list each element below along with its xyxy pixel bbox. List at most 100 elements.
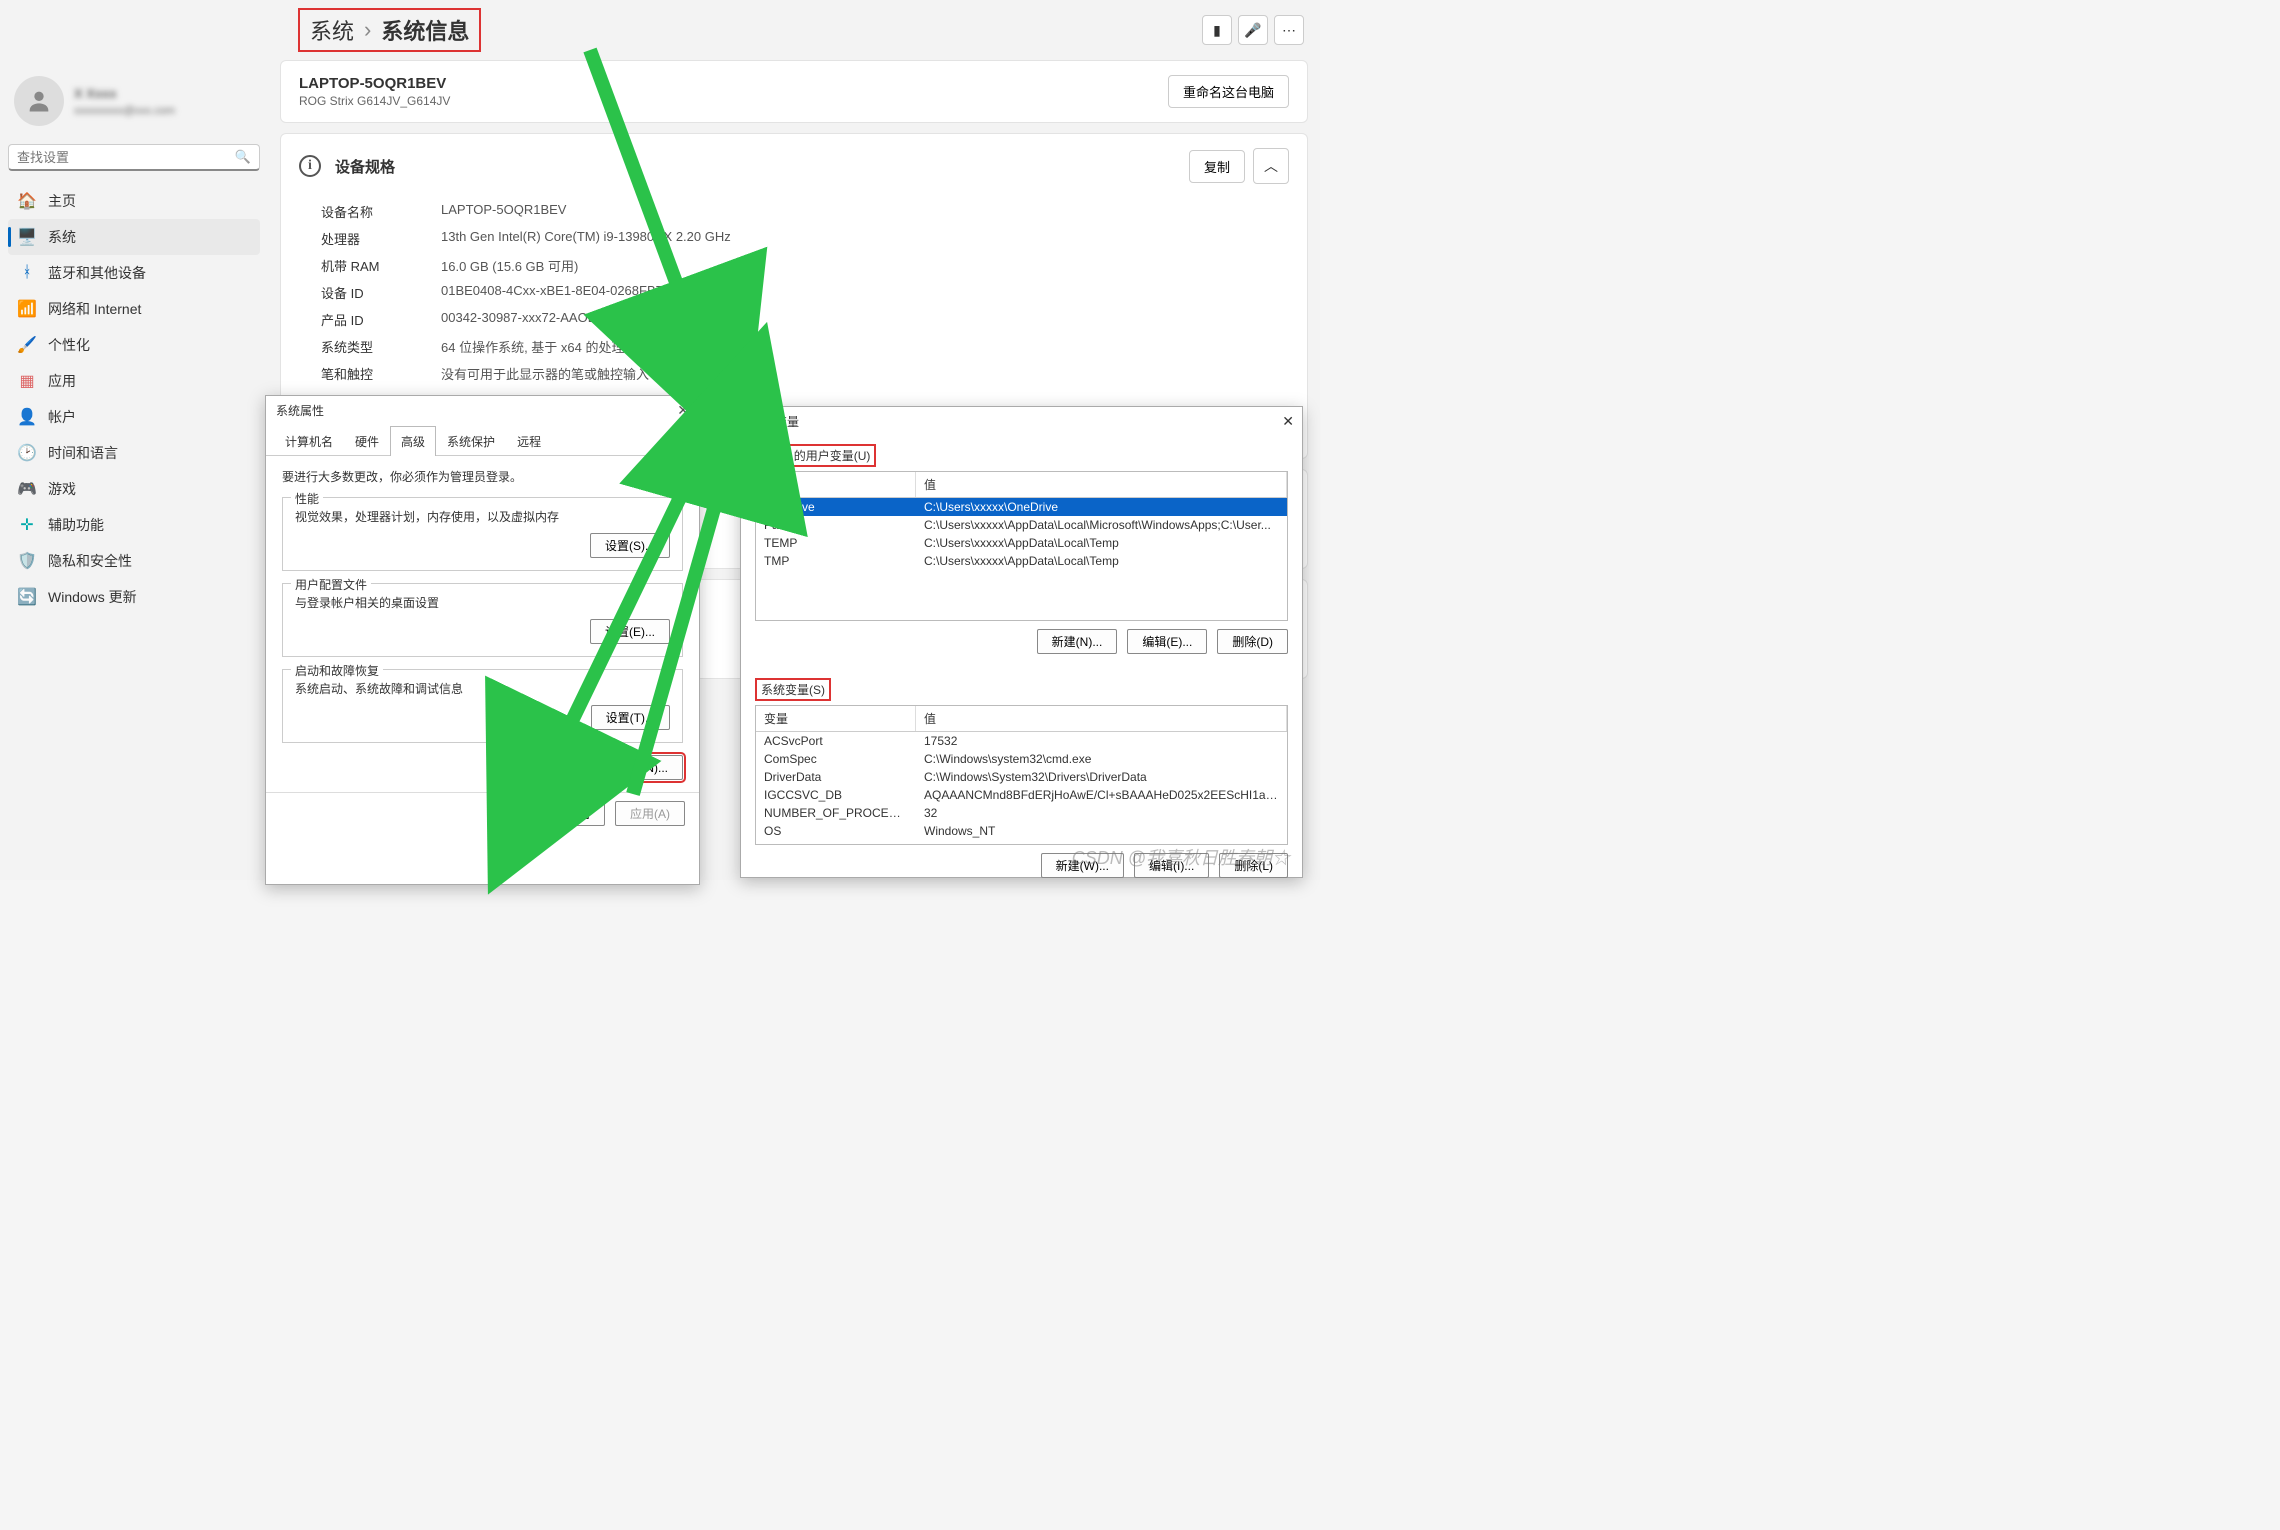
sidebar-item-bluetooth[interactable]: ᚼ蓝牙和其他设备	[8, 255, 260, 291]
spec-val: 00342-30987-xxx72-AAOEM	[441, 310, 607, 329]
sidebar-item-label: 隐私和安全性	[48, 551, 132, 571]
chevron-up-icon[interactable]: ︿	[1253, 148, 1289, 184]
spec-key: 设备 ID	[321, 283, 441, 302]
tab-1[interactable]: 硬件	[344, 426, 390, 456]
specs-title: 设备规格	[335, 156, 395, 177]
spec-key: 产品 ID	[321, 310, 441, 329]
accessibility-icon: ✛	[18, 515, 36, 535]
col-var[interactable]: 变量	[756, 472, 916, 497]
tab-4[interactable]: 远程	[506, 426, 552, 456]
env-row[interactable]: TEMPC:\Users\xxxxx\AppData\Local\Temp	[756, 534, 1287, 552]
system-properties-dialog: 系统属性 ✕ 计算机名硬件高级系统保护远程 要进行大多数更改，你必须作为管理员登…	[265, 395, 700, 885]
env-vars-button[interactable]: 环境变量(N)...	[578, 755, 683, 780]
sidebar-item-label: 个性化	[48, 335, 90, 355]
env-row[interactable]: NUMBER_OF_PROCESSORS32	[756, 804, 1287, 822]
env-row[interactable]: ACSvcPort17532	[756, 732, 1287, 750]
spec-row: 系统类型64 位操作系统, 基于 x64 的处理器	[321, 333, 1267, 360]
sidebar-item-accessibility[interactable]: ✛ 辅助功能	[8, 507, 260, 543]
sidebar-item-update[interactable]: 🔄Windows 更新	[8, 579, 260, 615]
env-row[interactable]: ComSpecC:\Windows\system32\cmd.exe	[756, 750, 1287, 768]
col-var[interactable]: 变量	[756, 706, 916, 731]
env-row[interactable]: DriverDataC:\Windows\System32\Drivers\Dr…	[756, 768, 1287, 786]
env-row[interactable]: OSWindows_NT	[756, 822, 1287, 840]
search-input[interactable]	[17, 150, 235, 165]
env-row[interactable]: PathC:\Users\xxxxx\AppData\Local\Microso…	[756, 516, 1287, 534]
device-name: LAPTOP-5OQR1BEV	[299, 75, 450, 92]
sidebar-item-home[interactable]: 🏠主页	[8, 183, 260, 219]
sidebar-item-system[interactable]: 🖥️ 系统	[8, 219, 260, 255]
profile-settings-button[interactable]: 设置(E)...	[590, 619, 670, 644]
user-delete-button[interactable]: 删除(D)	[1217, 629, 1288, 654]
apply-button[interactable]: 应用(A)	[615, 801, 685, 826]
bc-system[interactable]: 系统	[310, 14, 354, 46]
user-email: xxxxxxxxx@xxx.com	[74, 105, 175, 117]
sidebar-item-network[interactable]: 📶网络和 Internet	[8, 291, 260, 327]
spec-key: 系统类型	[321, 337, 441, 356]
sidebar-item-label: 时间和语言	[48, 443, 118, 463]
spec-val: LAPTOP-5OQR1BEV	[441, 202, 566, 221]
user-new-button[interactable]: 新建(N)...	[1037, 629, 1118, 654]
close-icon[interactable]: ✕	[677, 402, 689, 419]
tab-2[interactable]: 高级	[390, 426, 436, 456]
sidebar-item-gaming[interactable]: 🎮 游戏	[8, 471, 260, 507]
perf-title: 性能	[291, 490, 323, 507]
avatar	[14, 76, 64, 126]
sys-vars-table[interactable]: 变量值 ACSvcPort17532ComSpecC:\Windows\syst…	[755, 705, 1288, 845]
sidebar-item-personal[interactable]: 🖌️个性化	[8, 327, 260, 363]
col-val[interactable]: 值	[916, 706, 1287, 731]
spec-key: 机带 RAM	[321, 256, 441, 275]
perf-desc: 视觉效果，处理器计划，内存使用，以及虚拟内存	[295, 508, 670, 525]
tab-0[interactable]: 计算机名	[274, 426, 344, 456]
privacy-icon: 🛡️	[18, 551, 36, 571]
admin-note: 要进行大多数更改，你必须作为管理员登录。	[282, 468, 683, 485]
sidebar-item-time[interactable]: 🕑时间和语言	[8, 435, 260, 471]
sys-vars-label: 系统变量(S)	[755, 678, 831, 701]
more-icon[interactable]: ⋯	[1274, 15, 1304, 45]
search-input-wrap[interactable]: 🔍	[8, 144, 260, 171]
env-row[interactable]: TMPC:\Users\xxxxx\AppData\Local\Temp	[756, 552, 1287, 570]
col-val[interactable]: 值	[916, 472, 1287, 497]
watermark: CSDN @我喜秋日胜春朝☆	[1072, 844, 1290, 870]
spec-row: 笔和触控没有可用于此显示器的笔或触控输入	[321, 360, 1267, 387]
bluetooth-icon: ᚼ	[18, 264, 36, 282]
cancel-button[interactable]: 取消	[551, 801, 605, 826]
sidebar-item-label: 应用	[48, 371, 76, 391]
sidebar-item-label: 游戏	[48, 479, 76, 499]
env-row[interactable]: IGCCSVC_DBAQAAANCMnd8BFdERjHoAwE/Cl+sBAA…	[756, 786, 1287, 804]
profile-title: 用户配置文件	[291, 576, 371, 593]
sidebar-item-privacy[interactable]: 🛡️ 隐私和安全性	[8, 543, 260, 579]
rename-pc-button[interactable]: 重命名这台电脑	[1168, 75, 1289, 108]
close-icon[interactable]: ✕	[1282, 413, 1294, 430]
user-vars-label: XXX XXXXXX 的用户变量(U)	[755, 444, 876, 467]
user-block[interactable]: X Xxxx xxxxxxxxx@xxx.com	[8, 68, 260, 140]
ok-button[interactable]: 确定	[487, 801, 541, 826]
env-vars-dialog: 环境变量 ✕ XXX XXXXXX 的用户变量(U) 变量值 OneDriveC…	[740, 406, 1303, 878]
user-edit-button[interactable]: 编辑(E)...	[1127, 629, 1207, 654]
copy-button[interactable]: 复制	[1189, 150, 1245, 183]
voice-bar-icon[interactable]: ▮	[1202, 15, 1232, 45]
env-row[interactable]: OneDriveC:\Users\xxxxx\OneDrive	[756, 498, 1287, 516]
spec-row: 处理器13th Gen Intel(R) Core(TM) i9-13980HX…	[321, 225, 1267, 252]
env-title: 环境变量	[741, 407, 1302, 436]
spec-key: 设备名称	[321, 202, 441, 221]
user-vars-table[interactable]: 变量值 OneDriveC:\Users\xxxxx\OneDrivePathC…	[755, 471, 1288, 621]
spec-val: 64 位操作系统, 基于 x64 的处理器	[441, 337, 637, 356]
tab-3[interactable]: 系统保护	[436, 426, 506, 456]
sidebar-item-label: 主页	[48, 191, 76, 211]
perf-settings-button[interactable]: 设置(S)...	[590, 533, 670, 558]
sidebar-item-label: 系统	[48, 227, 76, 247]
gaming-icon: 🎮	[18, 479, 36, 499]
spec-key: 笔和触控	[321, 364, 441, 383]
startup-settings-button[interactable]: 设置(T)...	[591, 705, 670, 730]
sidebar-item-accounts[interactable]: 👤帐户	[8, 399, 260, 435]
spec-row: 产品 ID00342-30987-xxx72-AAOEM	[321, 306, 1267, 333]
sidebar-item-label: Windows 更新	[48, 587, 137, 607]
spec-val: 01BE0408-4Cxx-xBE1-8E04-0268FB73B834	[441, 283, 700, 302]
spec-row: 设备名称LAPTOP-5OQR1BEV	[321, 198, 1267, 225]
system-icon: 🖥️	[18, 227, 36, 247]
device-model: ROG Strix G614JV_G614JV	[299, 94, 450, 108]
sidebar-item-apps[interactable]: ▦应用	[8, 363, 260, 399]
network-icon: 📶	[18, 299, 36, 319]
mic-icon[interactable]: 🎤	[1238, 15, 1268, 45]
sidebar-item-label: 辅助功能	[48, 515, 104, 535]
